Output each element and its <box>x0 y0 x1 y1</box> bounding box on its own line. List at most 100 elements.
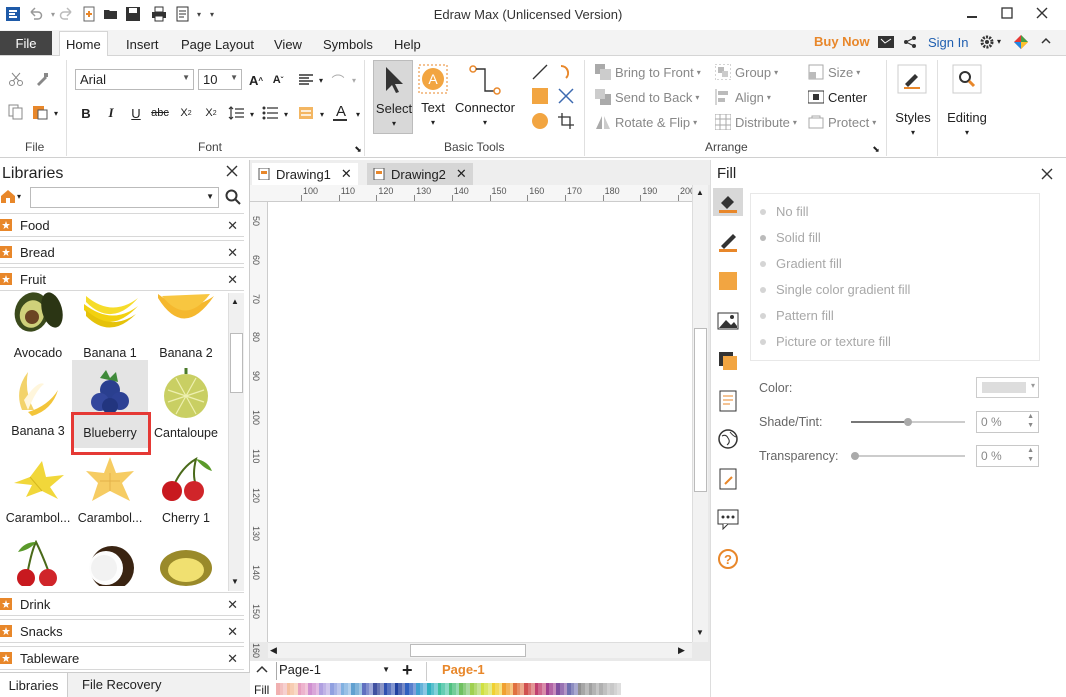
doc-tab-drawing1[interactable]: Drawing1 ✕ <box>252 163 358 185</box>
layers-icon[interactable] <box>717 350 739 372</box>
line-style-icon[interactable] <box>717 230 739 252</box>
center-button[interactable]: Center <box>808 89 867 105</box>
minimize-button[interactable] <box>955 0 989 26</box>
color-swatch[interactable] <box>293 683 298 695</box>
close-fill-panel-icon[interactable] <box>1041 168 1053 180</box>
color-swatch[interactable] <box>337 683 341 695</box>
buy-now-link[interactable]: Buy Now <box>814 34 870 49</box>
paste-icon[interactable] <box>32 104 48 120</box>
library-category-drink[interactable]: Drink ✕ <box>0 592 244 616</box>
page-select[interactable]: Page-1 ▼ <box>276 662 394 680</box>
bullets-icon[interactable] <box>262 105 278 121</box>
scroll-up-icon[interactable]: ▲ <box>231 297 239 306</box>
library-category-bread[interactable]: Bread ✕ <box>0 240 244 264</box>
color-swatch[interactable] <box>391 683 395 695</box>
tab-symbols[interactable]: Symbols <box>317 33 379 56</box>
sign-in-link[interactable]: Sign In <box>928 35 968 50</box>
document-properties-icon[interactable] <box>717 390 739 412</box>
subscript-icon[interactable]: X2 <box>178 105 194 121</box>
globe-icon[interactable] <box>717 428 739 450</box>
transparency-slider[interactable] <box>851 452 965 460</box>
library-home-dropdown-icon[interactable]: ▾ <box>17 192 21 201</box>
line-spacing-dropdown-icon[interactable]: ▾ <box>244 106 260 122</box>
format-painter-icon[interactable] <box>34 71 50 87</box>
color-swatches[interactable] <box>276 683 630 695</box>
font-size-select[interactable]: 10 ▼ <box>198 69 242 90</box>
close-category-icon[interactable]: ✕ <box>227 624 238 640</box>
color-swatch[interactable] <box>488 683 492 695</box>
shape-coconut[interactable] <box>72 540 148 592</box>
paste-dropdown-icon[interactable]: ▾ <box>48 105 64 121</box>
collapse-ribbon-icon[interactable] <box>1041 36 1051 46</box>
scroll-left-icon[interactable]: ◀ <box>270 645 277 656</box>
arc-tool-icon[interactable] <box>558 64 574 80</box>
radio-button[interactable] <box>760 208 766 215</box>
ellipse-tool-icon[interactable] <box>532 113 548 129</box>
drawing-page[interactable] <box>268 202 692 642</box>
color-swatch[interactable] <box>283 683 287 695</box>
settings-gear-icon[interactable] <box>979 34 995 50</box>
color-swatch[interactable] <box>531 683 535 695</box>
close-category-icon[interactable]: ✕ <box>227 245 238 261</box>
text-direction-dropdown-icon[interactable]: ▾ <box>346 72 362 88</box>
text-tool-button[interactable]: A Text ▾ <box>416 62 450 134</box>
text-highlight-icon[interactable] <box>298 105 314 121</box>
radio-button[interactable] <box>760 286 766 293</box>
text-direction-icon[interactable]: ⌒ <box>330 72 346 89</box>
shape-avocado[interactable]: Avocado <box>0 292 76 376</box>
fill-option-no-fill[interactable]: No fill <box>760 204 809 219</box>
library-category-tableware[interactable]: Tableware ✕ <box>0 646 244 670</box>
fill-option-single-color-gradient[interactable]: Single color gradient fill <box>760 282 910 297</box>
color-swatch[interactable] <box>498 683 503 695</box>
tab-home[interactable]: Home <box>59 31 108 57</box>
rectangle-tool-icon[interactable] <box>532 88 548 104</box>
font-color-icon[interactable]: A <box>333 103 349 121</box>
line-spacing-icon[interactable] <box>228 105 244 121</box>
add-page-icon[interactable]: + <box>402 661 413 679</box>
tab-file-recovery[interactable]: File Recovery <box>82 677 161 692</box>
cut-icon[interactable] <box>8 71 24 87</box>
color-swatch[interactable] <box>401 683 406 695</box>
color-swatch[interactable] <box>574 683 578 695</box>
shape-banana-3[interactable]: Banana 3 <box>0 370 76 454</box>
fill-option-gradient-fill[interactable]: Gradient fill <box>760 256 842 271</box>
color-swatch[interactable] <box>585 683 589 695</box>
library-scrollbar[interactable]: ▲ ▼ <box>228 293 244 591</box>
edit-page-icon[interactable] <box>717 468 739 490</box>
library-search-input[interactable]: ▼ <box>30 187 219 208</box>
tab-help[interactable]: Help <box>388 33 427 56</box>
fill-option-pattern-fill[interactable]: Pattern fill <box>760 308 834 323</box>
share-icon[interactable] <box>903 35 917 49</box>
close-category-icon[interactable]: ✕ <box>227 218 238 234</box>
text-highlight-dropdown-icon[interactable]: ▾ <box>314 106 330 122</box>
send-to-back-button[interactable]: Send to Back ▾ <box>595 89 699 105</box>
shade-tint-spinbox[interactable]: 0 % ▲ ▼ <box>976 411 1039 433</box>
color-swatch[interactable] <box>423 683 427 695</box>
strikethrough-icon[interactable]: abc <box>151 105 169 121</box>
color-swatch[interactable] <box>552 683 557 695</box>
scroll-right-icon[interactable]: ▶ <box>678 645 685 656</box>
shape-cherry-1[interactable]: Cherry 1 <box>148 457 224 541</box>
canvas-horizontal-scrollbar[interactable]: ◀ ▶ <box>268 642 692 658</box>
scroll-down-icon[interactable]: ▼ <box>231 577 239 586</box>
color-picker[interactable]: ▾ <box>976 377 1039 398</box>
fill-option-solid-fill[interactable]: Solid fill <box>760 230 821 245</box>
canvas-vertical-scrollbar[interactable]: ▲ ▼ <box>692 185 708 642</box>
close-libraries-icon[interactable] <box>226 165 238 177</box>
color-swatch[interactable] <box>606 683 611 695</box>
color-swatch[interactable] <box>455 683 460 695</box>
shade-tint-slider[interactable] <box>851 418 965 426</box>
tab-libraries[interactable]: Libraries <box>0 673 68 697</box>
superscript-icon[interactable]: X2 <box>203 105 219 121</box>
tab-view[interactable]: View <box>268 33 308 56</box>
radio-button[interactable] <box>760 338 766 345</box>
tab-insert[interactable]: Insert <box>120 33 165 56</box>
distribute-button[interactable]: Distribute ▾ <box>715 114 797 130</box>
color-swatch[interactable] <box>563 683 568 695</box>
comment-icon[interactable] <box>717 508 739 530</box>
color-swatch[interactable] <box>369 683 374 695</box>
copy-icon[interactable] <box>8 104 24 120</box>
library-category-fruit[interactable]: Fruit ✕ <box>0 267 244 291</box>
text-align-dropdown-icon[interactable]: ▾ <box>313 72 329 88</box>
color-swatch[interactable] <box>541 683 546 695</box>
